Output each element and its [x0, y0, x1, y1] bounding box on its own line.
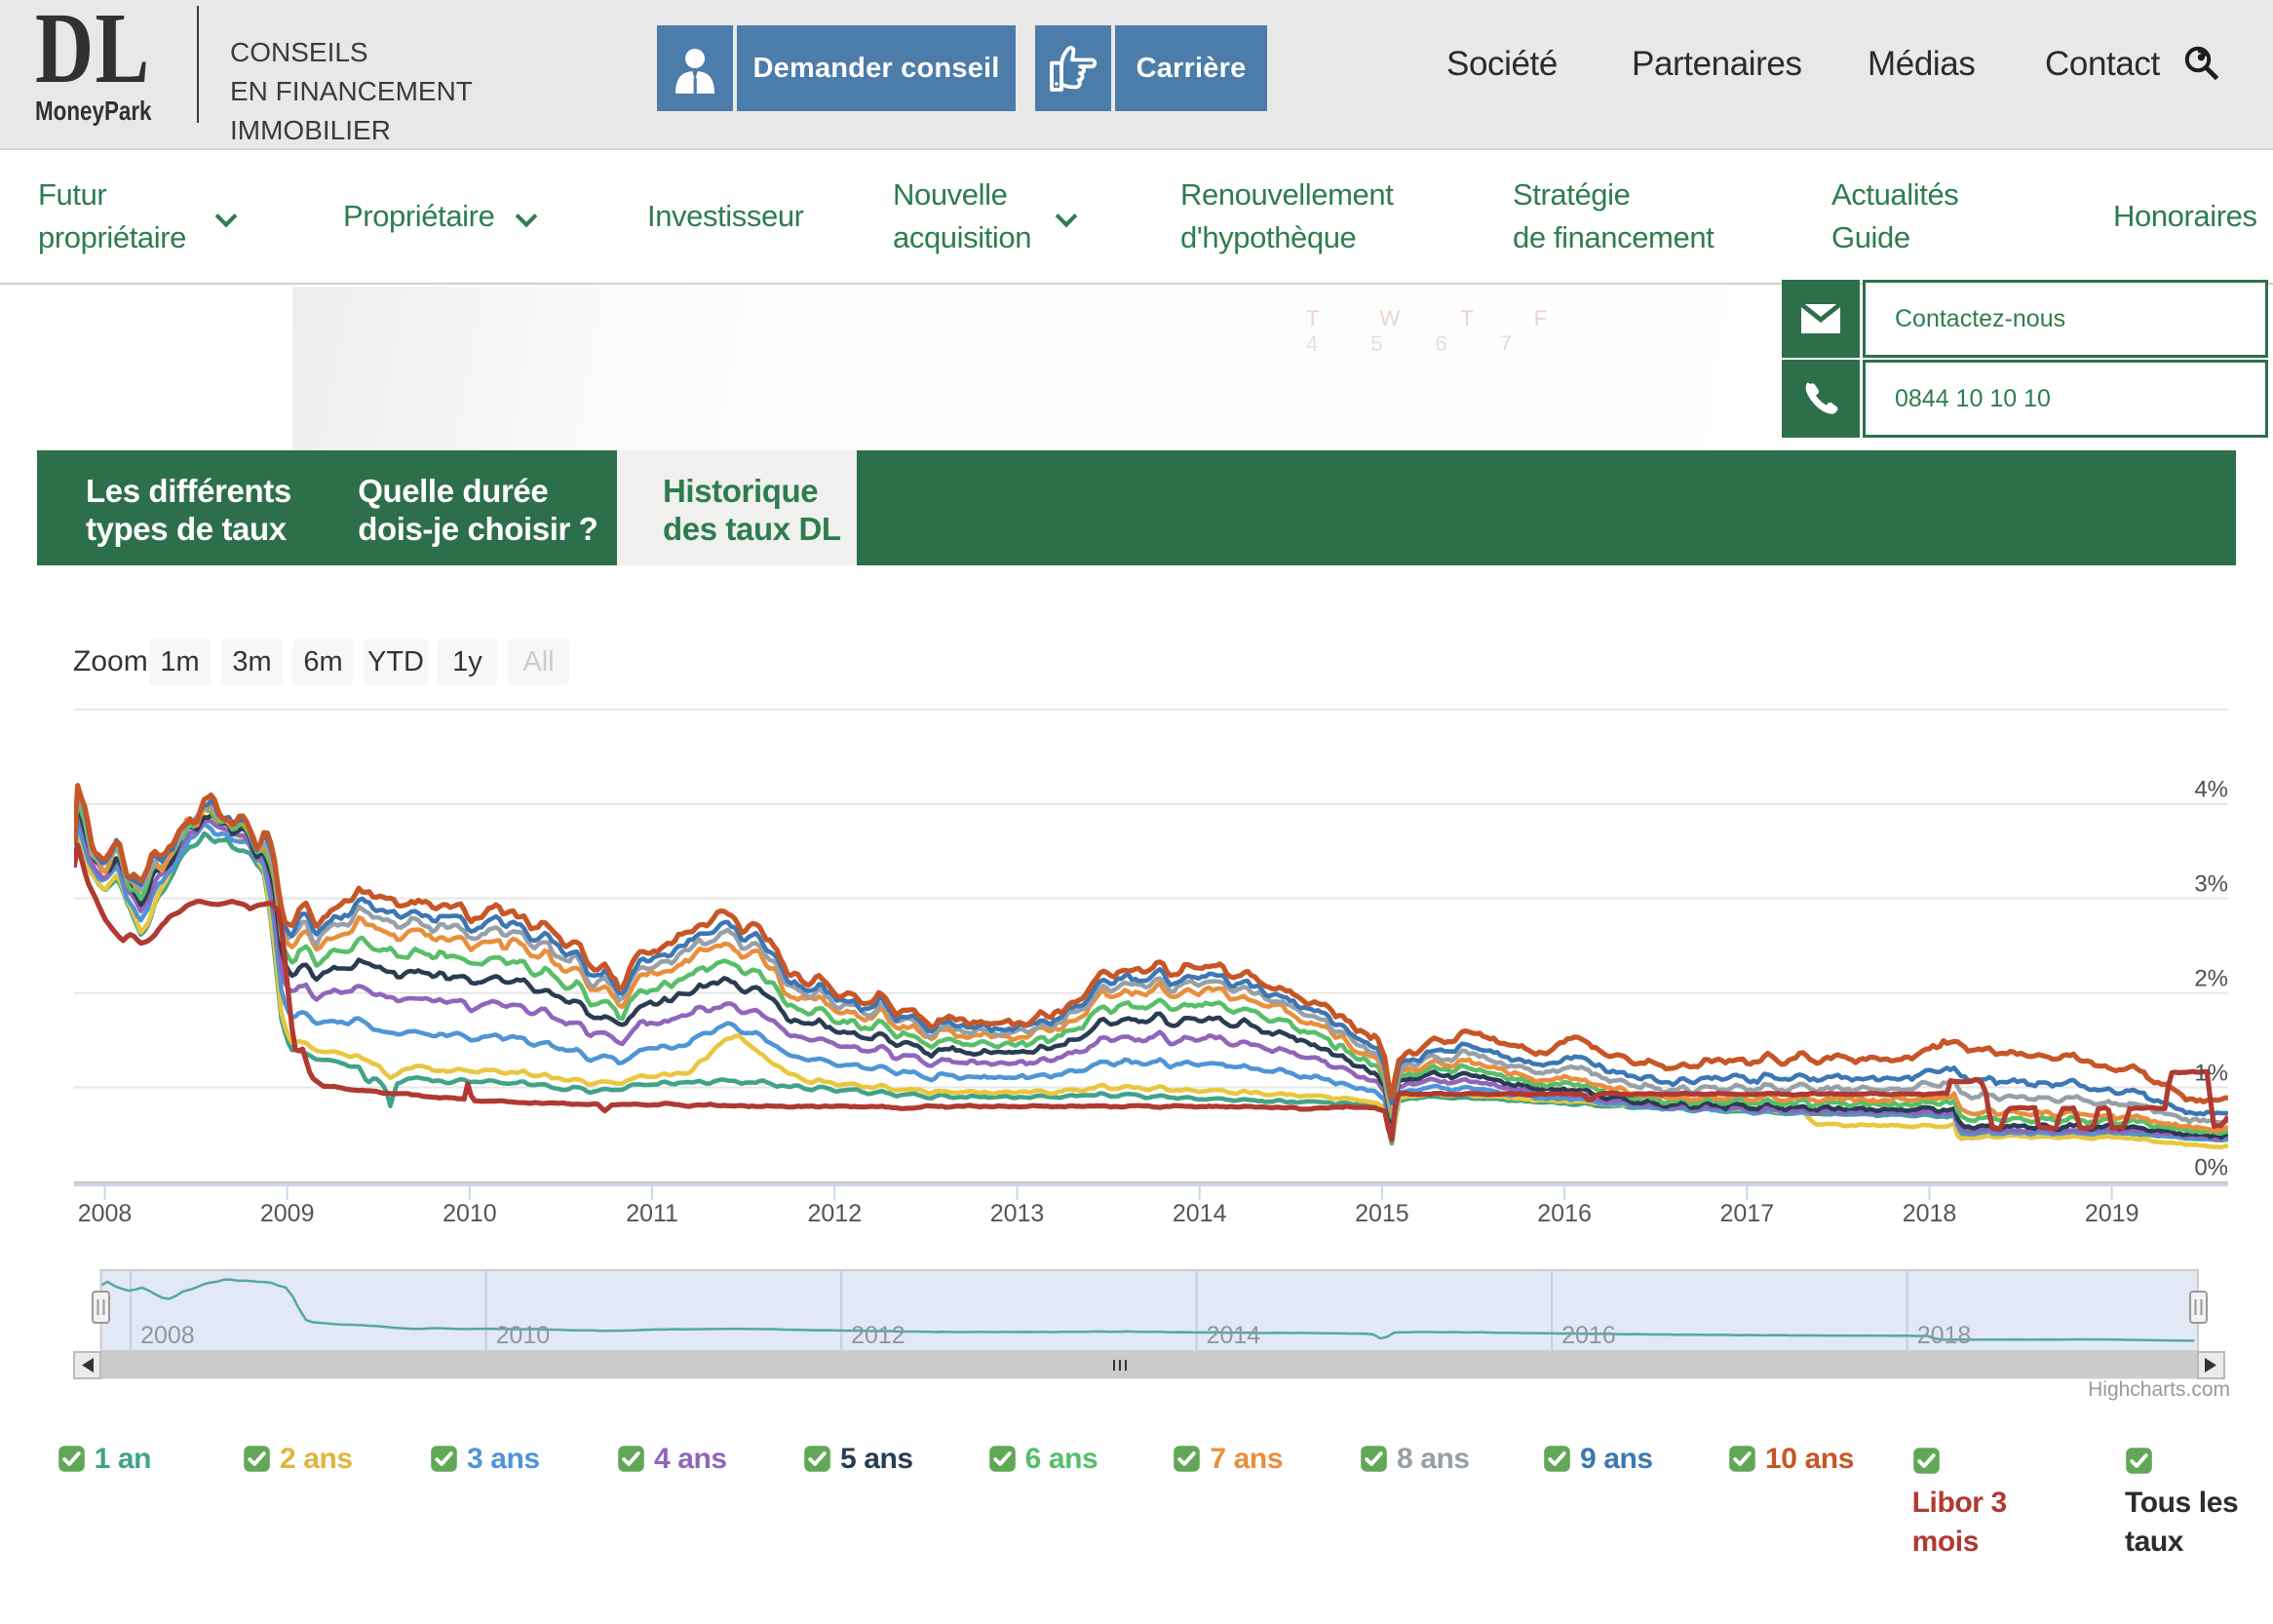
- svg-text:2016: 2016: [1537, 1200, 1592, 1227]
- svg-text:2019: 2019: [2085, 1200, 2139, 1227]
- svg-text:2008: 2008: [140, 1322, 195, 1349]
- svg-text:0%: 0%: [2194, 1155, 2228, 1181]
- svg-text:Highcharts.com: Highcharts.com: [2088, 1378, 2230, 1401]
- svg-text:2014: 2014: [1207, 1322, 1261, 1349]
- svg-text:1%: 1%: [2194, 1061, 2228, 1087]
- svg-text:3%: 3%: [2194, 871, 2228, 898]
- svg-text:2010: 2010: [496, 1322, 551, 1349]
- svg-text:2010: 2010: [443, 1200, 497, 1227]
- svg-text:2012: 2012: [851, 1322, 905, 1349]
- svg-text:2009: 2009: [260, 1200, 315, 1227]
- svg-text:2015: 2015: [1355, 1200, 1409, 1227]
- svg-text:2016: 2016: [1561, 1322, 1616, 1349]
- svg-text:2017: 2017: [1719, 1200, 1774, 1227]
- svg-text:2012: 2012: [807, 1200, 862, 1227]
- svg-text:2014: 2014: [1173, 1200, 1227, 1227]
- svg-text:2011: 2011: [626, 1200, 678, 1227]
- svg-text:2008: 2008: [78, 1200, 133, 1227]
- svg-text:2013: 2013: [990, 1200, 1045, 1227]
- svg-text:2018: 2018: [1917, 1322, 1972, 1349]
- svg-text:2%: 2%: [2194, 966, 2228, 992]
- svg-text:2018: 2018: [1903, 1200, 1957, 1227]
- svg-text:4%: 4%: [2194, 777, 2228, 803]
